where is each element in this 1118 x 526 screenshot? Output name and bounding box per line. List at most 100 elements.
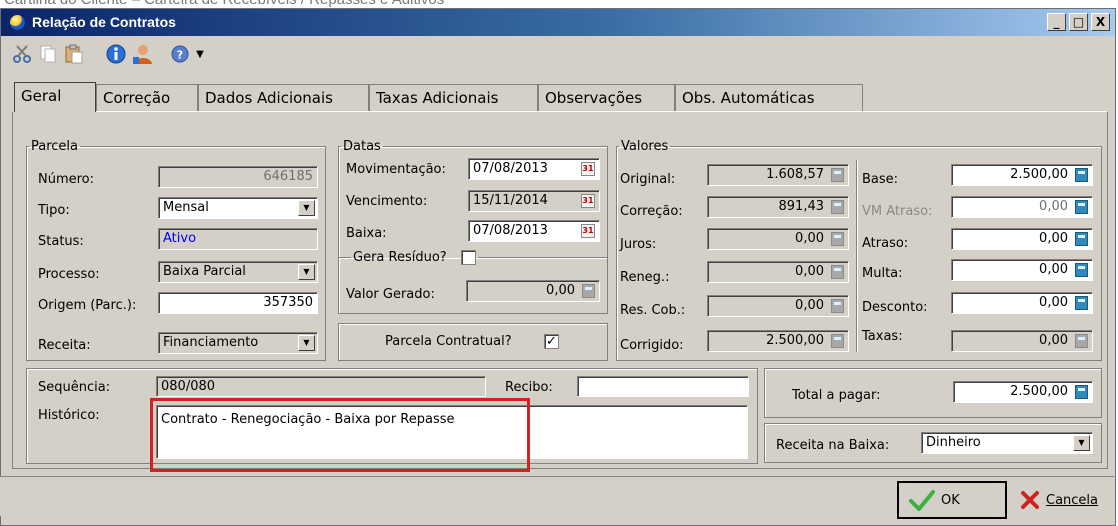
original-field: 1.608,57 xyxy=(707,164,849,186)
base-field[interactable]: 2.500,00 xyxy=(951,164,1093,186)
historico-highlight xyxy=(150,398,530,472)
origem-field[interactable]: 357350 xyxy=(158,292,318,314)
calendar-icon[interactable]: 31 xyxy=(581,224,595,238)
calculator-icon[interactable] xyxy=(1075,232,1088,246)
vm-atraso-value: 0,00 xyxy=(1039,199,1068,214)
movimentacao-label: Movimentação: xyxy=(346,162,446,177)
calculator-icon xyxy=(831,265,844,279)
original-value: 1.608,57 xyxy=(766,167,824,182)
res-cob-field: 0,00 xyxy=(707,295,849,317)
svg-text:?: ? xyxy=(177,49,183,62)
tab-obs-automaticas[interactable]: Obs. Automáticas xyxy=(675,84,863,111)
calendar-icon[interactable]: 31 xyxy=(581,194,595,208)
maximize-button[interactable]: □ xyxy=(1069,13,1088,31)
ok-button[interactable]: OK xyxy=(897,481,1007,519)
window-title: Relação de Contratos xyxy=(32,14,176,30)
tab-geral[interactable]: Geral xyxy=(14,82,96,112)
total-label: Total a pagar: xyxy=(792,388,881,403)
res-cob-value: 0,00 xyxy=(795,298,824,313)
numero-field: 646185 xyxy=(158,166,318,188)
processo-value: Baixa Parcial xyxy=(163,264,246,279)
info-icon[interactable] xyxy=(105,43,127,65)
datas-legend: Datas xyxy=(343,139,381,154)
calculator-icon xyxy=(1075,334,1088,348)
sequencia-field: 080/080 xyxy=(156,376,486,397)
close-icon xyxy=(1021,491,1039,509)
chevron-down-icon[interactable]: ▼ xyxy=(1073,435,1090,451)
receita-select[interactable]: Financiamento ▼ xyxy=(158,332,318,354)
check-icon xyxy=(909,490,935,511)
gera-residuo-checkbox[interactable] xyxy=(460,250,476,265)
historico-label: Histórico: xyxy=(38,408,100,423)
juros-value: 0,00 xyxy=(795,231,824,246)
tab-correcao[interactable]: Correção xyxy=(96,84,198,111)
help-icon[interactable]: ? xyxy=(169,43,191,65)
original-label: Original: xyxy=(620,172,676,187)
recibo-label: Recibo: xyxy=(505,380,553,395)
calculator-icon[interactable] xyxy=(1075,200,1088,214)
vencimento-label: Vencimento: xyxy=(346,194,428,209)
cancel-button[interactable]: Cancela xyxy=(1010,481,1114,519)
scissors-icon[interactable] xyxy=(11,43,33,65)
total-field[interactable]: 2.500,00 xyxy=(953,381,1093,403)
gera-residuo-legend: Gera Resíduo? xyxy=(351,250,478,265)
movimentacao-value: 07/08/2013 xyxy=(473,161,548,176)
multa-value: 0,00 xyxy=(1039,262,1068,277)
copy-icon[interactable] xyxy=(37,43,59,65)
baixa-label: Baixa: xyxy=(346,226,387,241)
calculator-icon xyxy=(831,299,844,313)
parcela-contratual-label: Parcela Contratual? xyxy=(385,334,512,349)
tab-observacoes[interactable]: Observações xyxy=(538,84,675,111)
recibo-field[interactable] xyxy=(577,376,749,397)
reneg-value: 0,00 xyxy=(795,264,824,279)
vm-atraso-field[interactable]: 0,00 xyxy=(951,196,1093,218)
res-cob-label: Res. Cob.: xyxy=(620,303,686,318)
minimize-button[interactable]: _ xyxy=(1047,13,1066,31)
receita-value: Financiamento xyxy=(163,335,259,350)
calculator-icon[interactable] xyxy=(1075,385,1088,399)
page-caption: Cartilha do Cliente – Carteira de Recebí… xyxy=(4,0,444,8)
baixa-date-field[interactable]: 07/08/2013 31 xyxy=(468,220,600,242)
movimentacao-date-field[interactable]: 07/08/2013 31 xyxy=(468,158,600,180)
processo-label: Processo: xyxy=(38,267,100,282)
chevron-down-icon[interactable]: ▼ xyxy=(298,200,315,216)
parcela-contratual-checkbox[interactable]: ✓ xyxy=(544,334,559,349)
vencimento-value: 15/11/2014 xyxy=(473,193,548,208)
status-field: Ativo xyxy=(158,228,318,250)
tipo-select[interactable]: Mensal ▼ xyxy=(158,197,318,219)
calculator-icon[interactable] xyxy=(1075,168,1088,182)
origem-label: Origem (Parc.): xyxy=(38,298,137,313)
processo-select[interactable]: Baixa Parcial ▼ xyxy=(158,261,318,283)
calendar-icon[interactable]: 31 xyxy=(581,162,595,176)
calculator-icon xyxy=(831,168,844,182)
calculator-icon[interactable] xyxy=(1075,263,1088,277)
status-label: Status: xyxy=(38,234,84,249)
corrigido-field: 2.500,00 xyxy=(707,330,849,352)
tab-dados-adicionais[interactable]: Dados Adicionais xyxy=(198,84,369,111)
chevron-down-icon[interactable]: ▼ xyxy=(298,264,315,280)
valores-divider xyxy=(856,160,857,352)
taxas-label: Taxas: xyxy=(862,329,903,344)
vencimento-date-field[interactable]: 15/11/2014 31 xyxy=(468,190,600,212)
taxas-field: 0,00 xyxy=(951,330,1093,352)
base-value: 2.500,00 xyxy=(1010,167,1068,182)
tab-taxas-adicionais[interactable]: Taxas Adicionais xyxy=(369,84,538,111)
user-icon[interactable] xyxy=(131,43,153,65)
valor-gerado-value: 0,00 xyxy=(546,283,575,298)
taxas-value: 0,00 xyxy=(1039,333,1068,348)
dropdown-arrow-icon[interactable]: ▼ xyxy=(189,43,211,65)
chevron-down-icon[interactable]: ▼ xyxy=(298,335,315,351)
atraso-field[interactable]: 0,00 xyxy=(951,228,1093,250)
total-value: 2.500,00 xyxy=(1010,384,1068,399)
receita-baixa-select[interactable]: Dinheiro ▼ xyxy=(921,432,1093,454)
desconto-field[interactable]: 0,00 xyxy=(951,292,1093,314)
app-icon xyxy=(9,14,26,31)
gera-residuo-label: Gera Resíduo? xyxy=(353,250,447,265)
paste-icon[interactable] xyxy=(63,43,85,65)
close-button[interactable]: X xyxy=(1091,13,1110,31)
atraso-value: 0,00 xyxy=(1039,231,1068,246)
multa-field[interactable]: 0,00 xyxy=(951,259,1093,281)
calculator-icon[interactable] xyxy=(1075,296,1088,310)
numero-label: Número: xyxy=(38,172,95,187)
title-bar: Relação de Contratos _ □ X xyxy=(1,9,1115,36)
